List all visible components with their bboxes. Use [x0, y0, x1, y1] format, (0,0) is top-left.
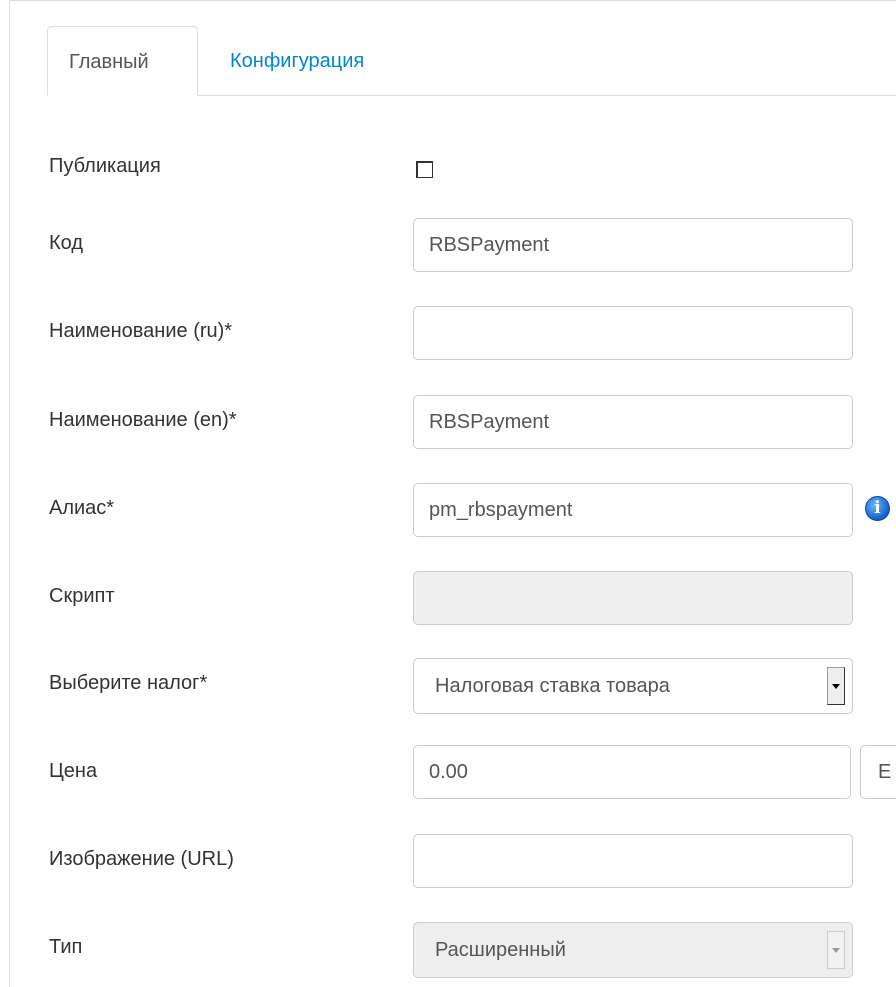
name-ru-input[interactable]	[413, 306, 853, 360]
name-en-input[interactable]	[413, 395, 853, 449]
tab-main[interactable]: Главный	[47, 26, 198, 96]
price-label: Цена	[49, 760, 98, 782]
chevron-down-icon[interactable]	[827, 667, 845, 705]
price-input[interactable]	[413, 745, 851, 799]
alias-label: Алиас*	[49, 497, 115, 519]
currency-select[interactable]: E	[860, 745, 896, 799]
alias-input[interactable]	[413, 483, 853, 537]
type-label: Тип	[49, 936, 83, 958]
tax-select-value: Налоговая ставка товара	[435, 675, 670, 697]
type-select-value: Расширенный	[435, 939, 566, 961]
tax-label: Выберите налог*	[49, 672, 208, 694]
chevron-down-icon	[827, 931, 845, 969]
image-url-label: Изображение (URL)	[49, 848, 234, 870]
tab-configuration[interactable]: Конфигурация	[210, 26, 384, 96]
code-input[interactable]	[413, 218, 853, 272]
code-label: Код	[49, 232, 84, 254]
type-select: Расширенный	[413, 922, 853, 978]
script-input	[413, 571, 853, 625]
tax-select[interactable]: Налоговая ставка товара	[413, 658, 853, 714]
name-en-label: Наименование (en)*	[49, 409, 237, 431]
image-url-input[interactable]	[413, 834, 853, 888]
name-ru-label: Наименование (ru)*	[49, 320, 233, 342]
publish-label: Публикация	[49, 155, 161, 177]
publish-checkbox[interactable]	[416, 161, 433, 178]
script-label: Скрипт	[49, 585, 115, 607]
info-icon[interactable]: i	[865, 496, 890, 521]
